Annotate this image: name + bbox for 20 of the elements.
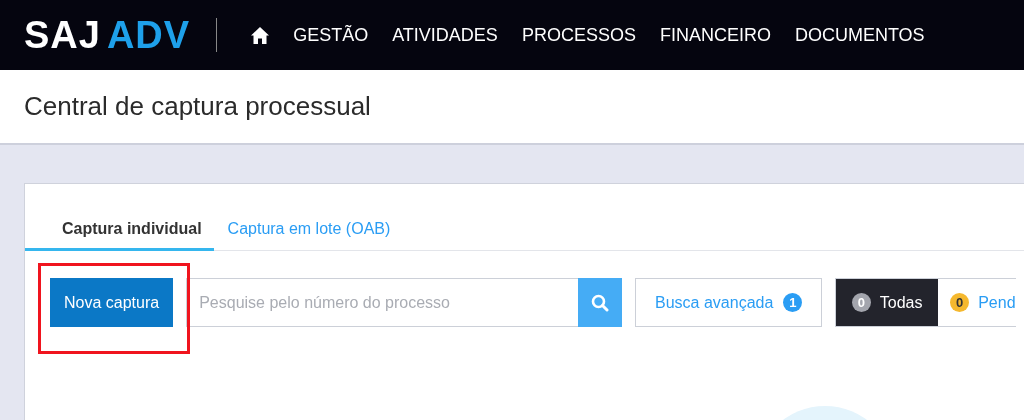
nav-link[interactable]: PROCESSOS [521,24,636,46]
search-field[interactable]: Pesquise pelo número do processo [186,278,579,327]
page-title: Central de captura processual [24,91,371,122]
filter-button[interactable]: 0 Todas [836,279,939,326]
home-icon[interactable] [251,26,270,44]
logo-text: ADV [106,16,191,54]
filter-label: Todas [879,293,923,312]
search-icon [591,293,610,312]
nav-link[interactable]: GESTÃO [293,24,369,46]
tab[interactable]: Captura individual [25,210,214,251]
nav-link[interactable]: DOCUMENTOS [794,24,925,46]
nav-link[interactable]: ATIVIDADES [392,24,498,46]
count-badge: 1 [783,293,803,312]
logo-text: SAJ [24,16,101,54]
count-badge: 0 [851,293,871,312]
new-capture-button[interactable]: Nova captura [50,278,174,327]
nav-link[interactable]: FINANCEIRO [659,24,771,46]
count-badge: 0 [950,293,970,312]
button-label: Busca avançada [655,293,774,312]
filter-label: Pend [978,293,1016,312]
